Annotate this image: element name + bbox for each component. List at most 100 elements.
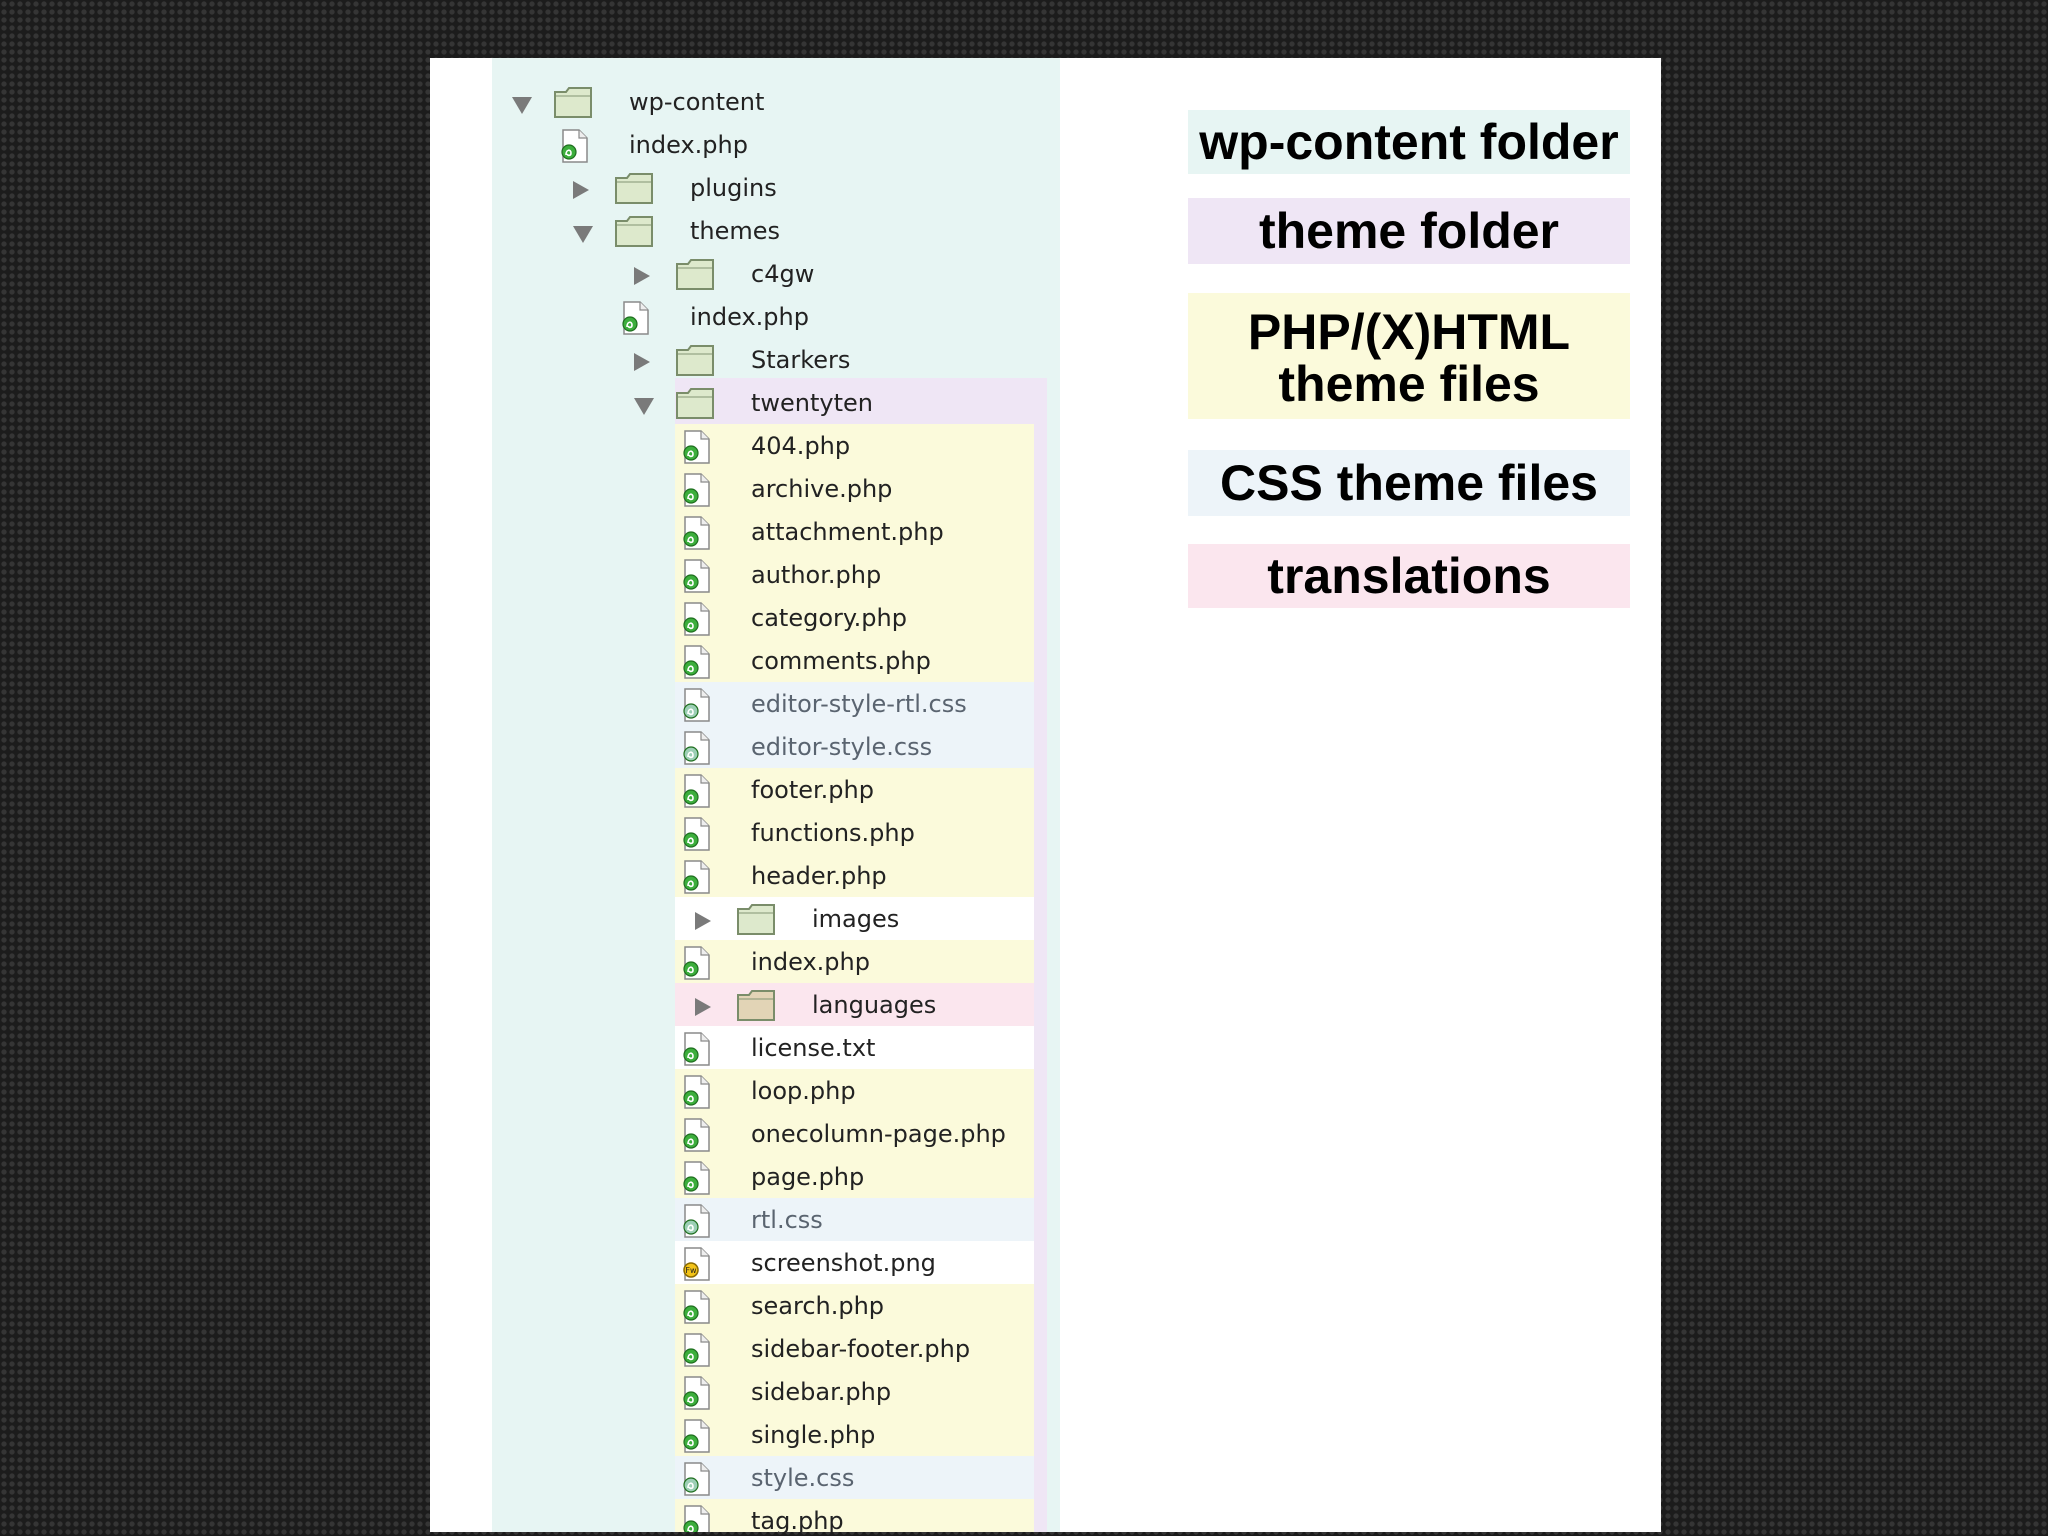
folder-icon [674,256,716,296]
tree-folder-row[interactable]: plugins [492,166,1052,209]
folder-icon [552,84,594,124]
tree-item-label: comments.php [751,647,931,675]
tree-file-row[interactable]: rtl.css [492,1198,1052,1241]
row-highlight [675,1198,1034,1241]
tree-item-label: style.css [751,1464,855,1492]
css-file-icon [679,1460,713,1502]
php-file-icon [679,1073,713,1115]
tree-file-row[interactable]: functions.php [492,811,1052,854]
tree-folder-row[interactable]: themes [492,209,1052,252]
folder-icon [674,342,716,382]
tree-item-label: languages [812,991,937,1019]
image-file-icon: Fw [679,1245,713,1287]
php-file-icon [679,1030,713,1072]
tree-file-row[interactable]: sidebar.php [492,1370,1052,1413]
php-file-icon [679,772,713,814]
tree-item-label: header.php [751,862,887,890]
tree-file-row[interactable]: single.php [492,1413,1052,1456]
file-tree-panel: wp-content index.php plugins themes c4gw inde… [492,58,1491,1532]
tree-item-label: index.php [690,303,809,331]
legend-css-label: CSS theme files [1220,455,1598,511]
tree-file-row[interactable]: tag.php [492,1499,1052,1532]
tree-folder-row[interactable]: languages [492,983,1052,1026]
legend-php-label-line2: theme files [1278,356,1540,412]
tree-file-row[interactable]: editor-style.css [492,725,1052,768]
tree-file-row[interactable]: Fw screenshot.png [492,1241,1052,1284]
tree-item-label: single.php [751,1421,876,1449]
tree-file-row[interactable]: sidebar-footer.php [492,1327,1052,1370]
php-file-icon [618,299,652,341]
tree-item-label: archive.php [751,475,893,503]
folder-icon [613,213,655,253]
tree-item-label: Starkers [751,346,851,374]
disclosure-collapsed-icon[interactable] [634,267,650,285]
tree-folder-row[interactable]: Starkers [492,338,1052,381]
disclosure-collapsed-icon[interactable] [573,181,589,199]
php-file-icon [679,1503,713,1532]
php-file-icon [679,1374,713,1416]
disclosure-expanded-icon[interactable] [573,226,593,243]
php-file-icon [679,428,713,470]
tree-file-row[interactable]: index.php [492,295,1052,338]
tree-file-row[interactable]: style.css [492,1456,1052,1499]
php-file-icon [679,1417,713,1459]
legend-translations-label: translations [1267,548,1551,604]
tree-file-row[interactable]: 404.php [492,424,1052,467]
tree-file-row[interactable]: page.php [492,1155,1052,1198]
php-file-icon [679,557,713,599]
tree-item-label: themes [690,217,781,245]
tree-file-row[interactable]: header.php [492,854,1052,897]
tree-file-row[interactable]: category.php [492,596,1052,639]
tree-item-label: functions.php [751,819,915,847]
disclosure-expanded-icon[interactable] [634,398,654,415]
folder-icon [674,385,716,425]
tree-item-label: twentyten [751,389,874,417]
tree-item-label: search.php [751,1292,885,1320]
tree-file-row[interactable]: license.txt [492,1026,1052,1069]
row-highlight [675,1499,1034,1532]
tree-item-label: images [812,905,900,933]
tree-file-row[interactable]: index.php [492,940,1052,983]
php-file-icon [679,643,713,685]
folder-icon [613,170,655,210]
folder-icon [735,901,777,941]
tree-folder-row[interactable]: twentyten [492,381,1052,424]
tree-file-row[interactable]: loop.php [492,1069,1052,1112]
disclosure-collapsed-icon[interactable] [695,912,711,930]
tree-item-label: c4gw [751,260,815,288]
tree-folder-row[interactable]: wp-content [492,80,1052,123]
php-file-icon [679,815,713,857]
css-file-icon [679,729,713,771]
tree-file-row[interactable]: archive.php [492,467,1052,510]
tree-item-label: rtl.css [751,1206,823,1234]
tree-item-label: tag.php [751,1507,844,1532]
legend-php-label-line1: PHP/(X)HTML [1247,304,1571,360]
tree-file-row[interactable]: comments.php [492,639,1052,682]
tree-item-label: license.txt [751,1034,876,1062]
disclosure-expanded-icon[interactable] [512,97,532,114]
tree-folder-row[interactable]: images [492,897,1052,940]
tree-file-row[interactable]: index.php [492,123,1052,166]
tree-item-label: footer.php [751,776,874,804]
css-file-icon [679,686,713,728]
disclosure-collapsed-icon[interactable] [695,998,711,1016]
svg-text:Fw: Fw [685,1266,697,1275]
tree-item-label: author.php [751,561,882,589]
tree-file-row[interactable]: onecolumn-page.php [492,1112,1052,1155]
tree-file-row[interactable]: search.php [492,1284,1052,1327]
tree-file-row[interactable]: editor-style-rtl.css [492,682,1052,725]
row-highlight [675,1456,1034,1499]
tree-item-label: page.php [751,1163,865,1191]
php-file-icon [557,127,591,169]
tree-item-label: editor-style.css [751,733,933,761]
disclosure-collapsed-icon[interactable] [634,353,650,371]
tree-file-row[interactable]: footer.php [492,768,1052,811]
legend-theme-folder: theme folder [1188,198,1630,264]
legend-theme-folder-label: theme folder [1258,203,1560,259]
php-file-icon [679,1288,713,1330]
tree-file-row[interactable]: attachment.php [492,510,1052,553]
tree-item-label: loop.php [751,1077,856,1105]
tree-folder-row[interactable]: c4gw [492,252,1052,295]
tree-file-row[interactable]: author.php [492,553,1052,596]
php-file-icon [679,1116,713,1158]
